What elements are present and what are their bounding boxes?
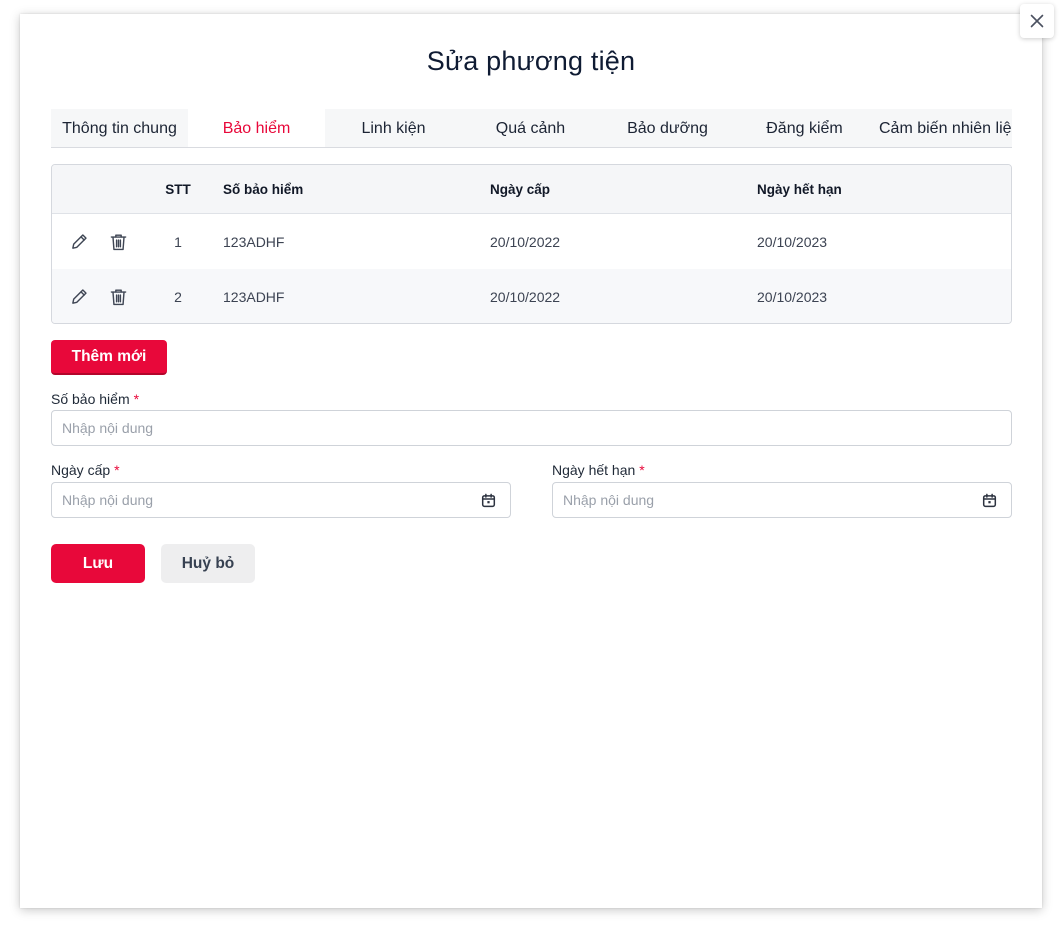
table-header: STT Số bảo hiểm Ngày cấp Ngày hết hạn: [52, 165, 1011, 214]
row-issue-date: 20/10/2022: [490, 288, 561, 305]
required-mark: *: [133, 391, 140, 407]
row-insurance-number: 123ADHF: [223, 288, 285, 305]
row-expiry-date: 20/10/2023: [757, 233, 828, 250]
insurance-table: STT Số bảo hiểm Ngày cấp Ngày hết hạn 1 …: [51, 164, 1012, 324]
tab-transit[interactable]: Quá cảnh: [462, 109, 599, 147]
tab-insurance[interactable]: Bảo hiểm: [188, 109, 325, 147]
calendar-icon: [982, 493, 996, 507]
delete-button[interactable]: [107, 269, 129, 323]
insurance-number-placeholder: Nhập nội dung: [62, 420, 154, 436]
modal-title: Sửa phương tiện: [426, 46, 636, 76]
cancel-button[interactable]: Huỷ bỏ: [161, 544, 255, 583]
row-stt: 2: [174, 288, 182, 305]
edit-vehicle-modal: Sửa phương tiện Thông tin chung Bảo hiểm…: [20, 14, 1042, 908]
edit-button[interactable]: [68, 214, 90, 269]
delete-button[interactable]: [107, 214, 129, 269]
table-row: 1 123ADHF 20/10/2022 20/10/2023: [52, 214, 1011, 269]
row-insurance-number: 123ADHF: [223, 233, 285, 250]
header-issue-date: Ngày cấp: [490, 181, 551, 197]
tab-bar: Thông tin chung Bảo hiểm Linh kiện Quá c…: [51, 109, 1012, 148]
close-icon: [1030, 14, 1044, 28]
calendar-button[interactable]: [979, 493, 999, 508]
row-expiry-date: 20/10/2023: [757, 288, 828, 305]
required-mark: *: [639, 462, 645, 478]
header-expiry-date: Ngày hết hạn: [757, 181, 842, 197]
close-button[interactable]: [1020, 4, 1054, 38]
insurance-number-label-text: Số bảo hiểm: [51, 391, 130, 407]
tab-registration[interactable]: Đăng kiểm: [736, 109, 873, 147]
pencil-icon: [71, 234, 87, 249]
header-insurance-number: Số bảo hiểm: [223, 181, 304, 197]
tab-components[interactable]: Linh kiện: [325, 109, 462, 147]
tab-maintenance[interactable]: Bảo dưỡng: [599, 109, 736, 147]
issue-date-label-text: Ngày cấp: [51, 462, 111, 478]
issue-date-label: Ngày cấp *: [51, 462, 120, 478]
trash-icon: [110, 288, 126, 305]
insurance-number-input[interactable]: Nhập nội dung: [51, 410, 1012, 446]
calendar-icon: [481, 493, 495, 507]
edit-button[interactable]: [68, 269, 90, 323]
expiry-date-label: Ngày hết hạn *: [552, 462, 645, 478]
insurance-number-label: Số bảo hiểm *: [51, 391, 139, 407]
add-new-button[interactable]: Thêm mới: [51, 340, 167, 375]
required-mark: *: [114, 462, 120, 478]
expiry-date-input[interactable]: Nhập nội dung: [552, 482, 1012, 518]
save-button[interactable]: Lưu: [51, 544, 145, 583]
row-issue-date: 20/10/2022: [490, 233, 561, 250]
tab-fuel-sensor[interactable]: Cảm biến nhiên liệu: [873, 109, 1012, 147]
header-stt: STT: [165, 181, 191, 197]
expiry-date-placeholder: Nhập nội dung: [563, 492, 655, 508]
row-stt: 1: [174, 233, 182, 250]
issue-date-input[interactable]: Nhập nội dung: [51, 482, 511, 518]
expiry-date-label-text: Ngày hết hạn: [552, 462, 636, 478]
pencil-icon: [71, 289, 87, 304]
table-row: 2 123ADHF 20/10/2022 20/10/2023: [52, 269, 1011, 323]
calendar-button[interactable]: [478, 493, 498, 508]
tab-general-info[interactable]: Thông tin chung: [51, 109, 188, 147]
issue-date-placeholder: Nhập nội dung: [62, 492, 154, 508]
trash-icon: [110, 233, 126, 250]
